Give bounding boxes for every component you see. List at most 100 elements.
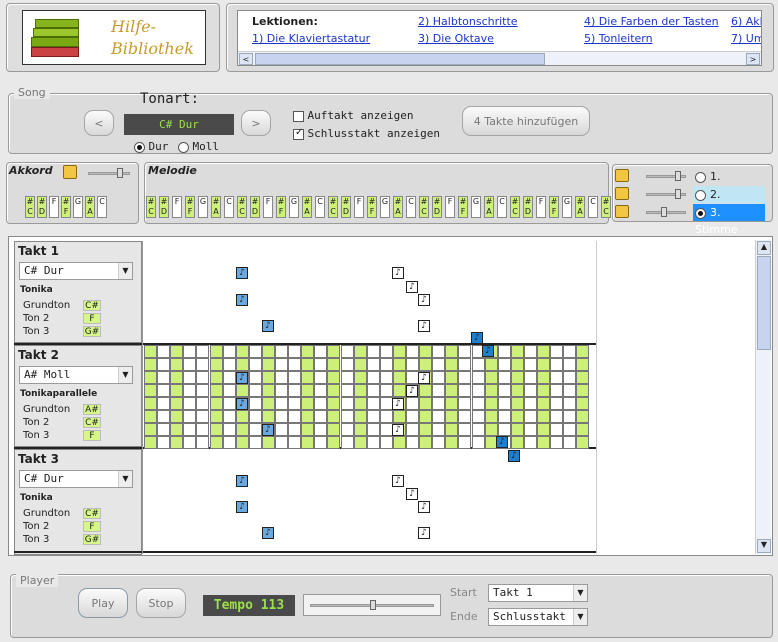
grid-cell[interactable] xyxy=(419,436,433,449)
grid-cell[interactable] xyxy=(314,436,328,449)
grid-cell[interactable] xyxy=(157,371,171,384)
grid-cell[interactable] xyxy=(353,410,367,423)
grid-cell[interactable] xyxy=(196,436,210,449)
grid-cell[interactable] xyxy=(563,371,577,384)
grid-cell[interactable] xyxy=(314,358,328,371)
grid-cell[interactable] xyxy=(235,384,249,397)
grid-cell[interactable] xyxy=(248,397,262,410)
grid-cell[interactable] xyxy=(314,345,328,358)
grid-cell[interactable] xyxy=(471,436,485,449)
music-note-icon[interactable]: ♪ xyxy=(418,527,430,539)
grid-cell[interactable] xyxy=(458,384,472,397)
voice-option[interactable]: 1. Stimme xyxy=(693,168,765,200)
lesson-link-5[interactable]: 5) Tonleitern xyxy=(584,32,653,45)
grid-cell[interactable] xyxy=(537,345,551,358)
grid-cell[interactable] xyxy=(144,345,158,358)
grid-cell[interactable] xyxy=(419,423,433,436)
grid-cell[interactable] xyxy=(222,410,236,423)
grid-cell[interactable] xyxy=(523,345,537,358)
grid-cell[interactable] xyxy=(432,397,446,410)
grid-cell[interactable] xyxy=(288,397,302,410)
grid-cell[interactable] xyxy=(445,397,459,410)
grid-cell[interactable] xyxy=(235,436,249,449)
melodie-key[interactable]: F xyxy=(445,196,455,218)
grid-cell[interactable] xyxy=(510,397,524,410)
grid-cell[interactable] xyxy=(458,371,472,384)
grid-cell[interactable] xyxy=(183,358,197,371)
music-note-icon[interactable]: ♪ xyxy=(236,372,248,384)
grid-cell[interactable] xyxy=(523,436,537,449)
grid-cell[interactable] xyxy=(366,410,380,423)
grid-cell[interactable] xyxy=(275,358,289,371)
grid-cell[interactable] xyxy=(419,397,433,410)
lesson-link-4[interactable]: 4) Die Farben der Tasten xyxy=(584,15,719,28)
grid-cell[interactable] xyxy=(445,436,459,449)
grid-cell[interactable] xyxy=(157,384,171,397)
grid-cell[interactable] xyxy=(248,358,262,371)
grid-cell[interactable] xyxy=(144,423,158,436)
grid-cell[interactable] xyxy=(497,358,511,371)
grid-cell[interactable] xyxy=(314,423,328,436)
grid-cell[interactable] xyxy=(576,384,590,397)
grid-cell[interactable] xyxy=(183,397,197,410)
grid-cell[interactable] xyxy=(576,371,590,384)
grid-cell[interactable] xyxy=(209,410,223,423)
grid-cell[interactable] xyxy=(537,410,551,423)
grid-cell[interactable] xyxy=(170,436,184,449)
voice-volume-thumb[interactable] xyxy=(675,171,681,181)
music-note-icon[interactable]: ♪ xyxy=(236,398,248,410)
grid-cell[interactable] xyxy=(537,384,551,397)
melodie-key[interactable]: G xyxy=(471,196,481,218)
melodie-key[interactable]: C xyxy=(224,196,234,218)
grid-cell[interactable] xyxy=(248,423,262,436)
grid-cell[interactable] xyxy=(196,358,210,371)
voice-volume-thumb[interactable] xyxy=(661,207,667,217)
grid-cell[interactable] xyxy=(248,371,262,384)
grid-cell[interactable] xyxy=(458,436,472,449)
grid-cell[interactable] xyxy=(222,358,236,371)
play-button[interactable]: Play xyxy=(78,588,128,618)
grid-cell[interactable] xyxy=(288,384,302,397)
akkord-key[interactable]: # C xyxy=(25,196,35,218)
grid-cell[interactable] xyxy=(379,371,393,384)
melodie-key[interactable]: #F xyxy=(367,196,377,218)
music-note-icon[interactable]: ♪ xyxy=(262,320,274,332)
melodie-key[interactable]: #D xyxy=(341,196,351,218)
grid-cell[interactable] xyxy=(340,423,354,436)
grid-cell[interactable] xyxy=(379,410,393,423)
grid-cell[interactable] xyxy=(275,384,289,397)
grid-cell[interactable] xyxy=(183,384,197,397)
grid-cell[interactable] xyxy=(432,384,446,397)
grid-cell[interactable] xyxy=(353,436,367,449)
grid-cell[interactable] xyxy=(196,384,210,397)
grid-cell[interactable] xyxy=(314,410,328,423)
grid-cell[interactable] xyxy=(471,397,485,410)
grid-cell[interactable] xyxy=(510,436,524,449)
music-note-icon[interactable]: ♪ xyxy=(418,294,430,306)
melodie-key[interactable]: # C xyxy=(510,196,520,218)
scroll-up-button[interactable]: ▲ xyxy=(757,241,771,255)
grid-cell[interactable] xyxy=(484,371,498,384)
grid-cell[interactable] xyxy=(353,371,367,384)
grid-cell[interactable] xyxy=(445,345,459,358)
auftakt-option[interactable]: Auftakt anzeigen xyxy=(293,109,413,122)
melodie-key[interactable]: #A xyxy=(484,196,494,218)
grid-cell[interactable] xyxy=(314,371,328,384)
akkord-volume-slider[interactable] xyxy=(88,168,130,178)
grid-cell[interactable] xyxy=(248,345,262,358)
grid-cell[interactable] xyxy=(275,345,289,358)
grid-cell[interactable] xyxy=(379,384,393,397)
voice-volume-slider[interactable] xyxy=(646,207,686,217)
tempo-slider[interactable] xyxy=(310,600,434,610)
grid-cell[interactable] xyxy=(301,358,315,371)
melodie-key[interactable]: #A xyxy=(393,196,403,218)
music-note-icon[interactable]: ♪ xyxy=(236,267,248,279)
speaker-icon[interactable] xyxy=(615,187,629,200)
tempo-slider-box[interactable] xyxy=(303,594,441,616)
music-note-icon[interactable]: ♪ xyxy=(236,294,248,306)
melodie-key[interactable]: # C xyxy=(419,196,429,218)
scroll-left-button[interactable]: < xyxy=(239,53,253,65)
grid-cell[interactable] xyxy=(288,410,302,423)
grid-cell[interactable] xyxy=(419,410,433,423)
lesson-link-3[interactable]: 3) Die Oktave xyxy=(418,32,494,45)
